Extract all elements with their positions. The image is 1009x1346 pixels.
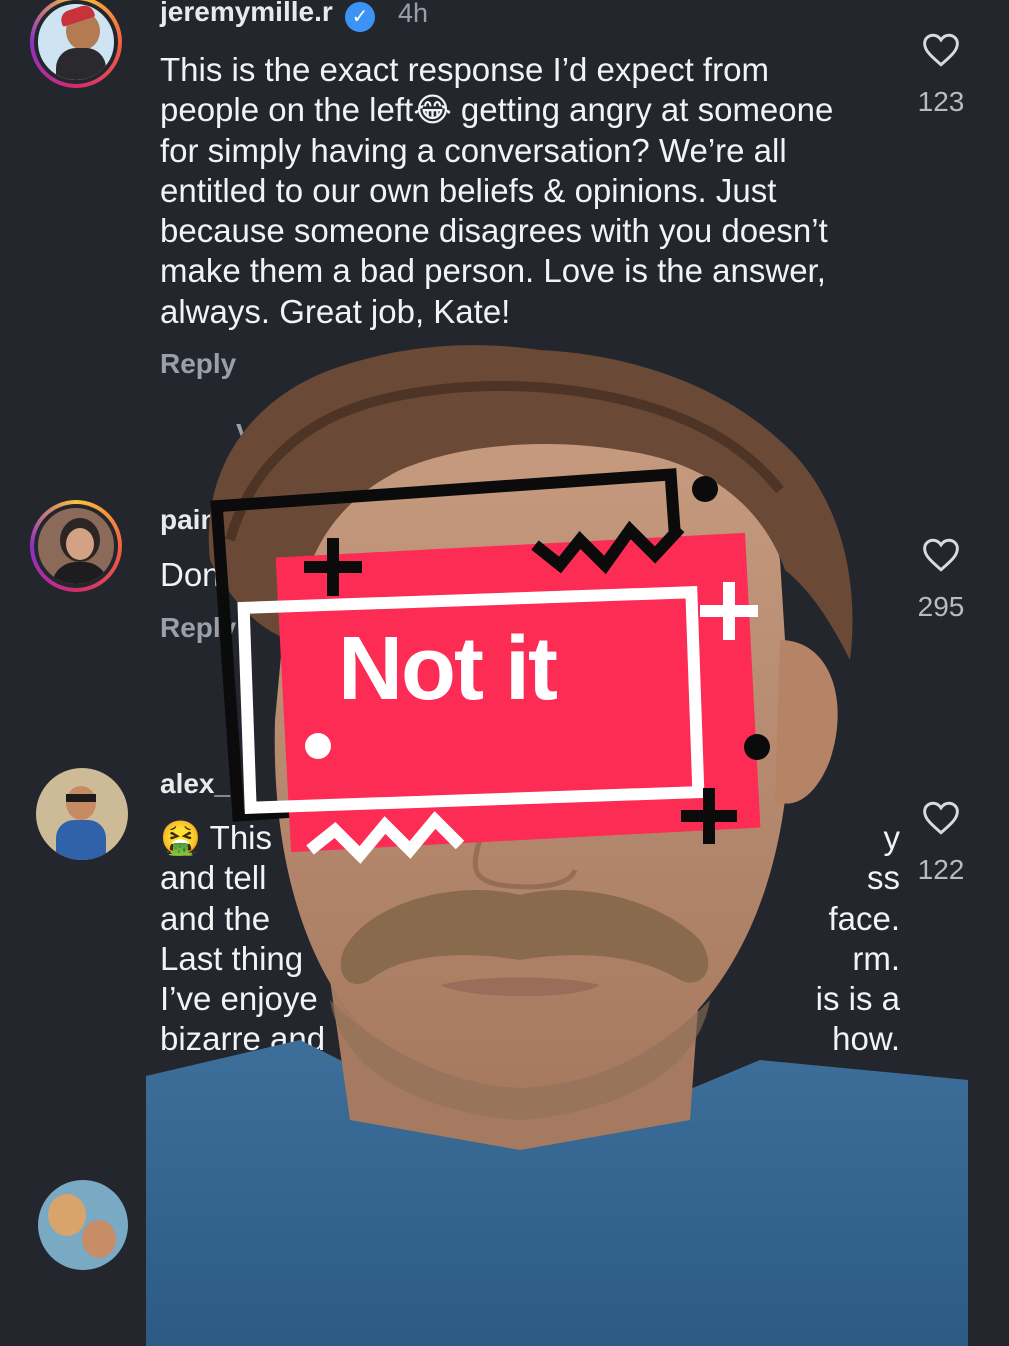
dot xyxy=(305,733,331,759)
sticker-text: Not it xyxy=(338,619,558,719)
dot xyxy=(692,476,718,502)
dot xyxy=(744,734,770,760)
